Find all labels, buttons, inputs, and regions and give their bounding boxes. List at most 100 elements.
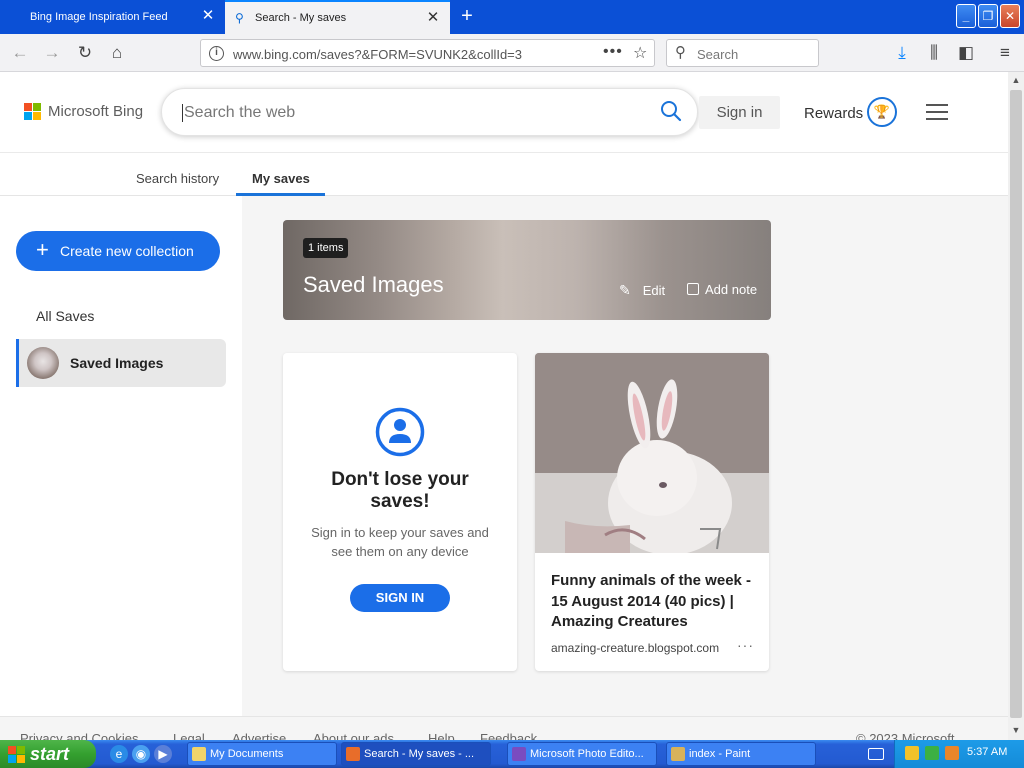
search-icon: ⚲ <box>235 11 244 25</box>
start-button[interactable]: start <box>0 740 96 768</box>
taskbar-window-search-my-saves[interactable]: Search - My saves - ... <box>341 742 491 766</box>
browser-icon[interactable]: ◉ <box>132 745 150 763</box>
taskbar-window-label: My Documents <box>210 748 284 760</box>
footer-copyright: © 2023 Microsoft <box>856 731 955 740</box>
page-actions-icon[interactable]: ••• <box>603 43 623 61</box>
shield-icon[interactable] <box>905 746 919 760</box>
taskbar-window-label: Microsoft Photo Edito... <box>530 748 644 760</box>
taskbar-window-my-documents[interactable]: My Documents <box>187 742 337 766</box>
tab-my-saves[interactable]: My saves <box>252 171 310 186</box>
info-icon[interactable]: i <box>209 46 224 61</box>
footer-link[interactable]: About our ads <box>313 731 394 740</box>
edit-button[interactable]: ✎ Edit <box>619 282 665 299</box>
search-placeholder: Search the web <box>182 104 296 122</box>
collection-banner: 1 items Saved Images ✎ Edit Add note <box>283 220 771 320</box>
windows-flag-icon <box>8 746 25 763</box>
tab-my-saves[interactable]: ⚲ Search - My saves ✕ <box>225 0 450 34</box>
start-label: start <box>30 744 70 764</box>
search-icon[interactable] <box>659 99 683 123</box>
browser-search-input[interactable]: ⚲ Search <box>666 39 819 67</box>
saved-image[interactable] <box>535 353 769 553</box>
firefox-icon <box>346 747 360 761</box>
tab-bing-inspiration[interactable]: Bing Image Inspiration Feed ✕ <box>0 0 225 34</box>
keyboard-icon[interactable] <box>868 748 884 760</box>
search-tray-icon[interactable] <box>945 746 959 760</box>
reload-icon[interactable]: ↻ <box>73 41 97 65</box>
trophy-icon[interactable]: 🏆 <box>867 97 897 127</box>
restore-button[interactable]: ❐ <box>978 4 998 28</box>
more-options-icon[interactable]: ··· <box>737 637 754 653</box>
page-scrollbar[interactable]: ▲ ▼ <box>1008 72 1024 740</box>
collection-thumbnail <box>27 347 59 379</box>
add-note-label: Add note <box>705 282 758 297</box>
scroll-down-icon[interactable]: ▼ <box>1008 722 1024 738</box>
bookmark-star-icon[interactable]: ☆ <box>633 43 647 63</box>
bing-logo[interactable]: Microsoft Bing <box>24 103 143 120</box>
back-arrow-icon[interactable]: ← <box>8 41 32 65</box>
main-content: 1 items Saved Images ✎ Edit Add note Don'… <box>242 196 1008 716</box>
sidebar-item-all-saves[interactable]: All Saves <box>36 308 94 324</box>
new-tab-button[interactable]: + <box>456 4 478 28</box>
footer-link[interactable]: Help <box>428 731 455 740</box>
sign-in-button[interactable]: SIGN IN <box>350 584 450 612</box>
tab-search-history[interactable]: Search history <box>136 171 219 186</box>
hamburger-menu-icon[interactable] <box>926 104 948 120</box>
create-collection-label: Create new collection <box>60 243 194 259</box>
footer-link[interactable]: Privacy and Cookies <box>20 731 139 740</box>
address-bar[interactable]: i www.bing.com/saves?&FORM=SVUNK2&collId… <box>200 39 655 67</box>
taskbar-window-label: Search - My saves - ... <box>364 748 475 760</box>
browser-toolbar: ← → ↻ ⌂ i www.bing.com/saves?&FORM=SVUNK… <box>0 34 1024 72</box>
media-player-icon[interactable]: ▶ <box>154 745 172 763</box>
create-collection-button[interactable]: + Create new collection <box>16 231 220 271</box>
item-count-badge: 1 items <box>303 238 349 258</box>
edit-label: Edit <box>642 283 666 298</box>
forward-arrow-icon[interactable]: → <box>40 41 64 65</box>
scroll-up-icon[interactable]: ▲ <box>1008 72 1024 88</box>
menu-icon[interactable]: ≡ <box>993 41 1017 65</box>
sidebar-icon[interactable]: ◧ <box>954 41 978 65</box>
rewards-link[interactable]: Rewards <box>804 105 863 122</box>
taskbar-window-paint[interactable]: index - Paint <box>666 742 816 766</box>
minimize-button[interactable]: _ <box>956 4 976 28</box>
saves-tabs: Search history My saves <box>0 152 1008 196</box>
library-icon[interactable]: ⫼ <box>922 41 946 65</box>
user-icon <box>375 407 425 457</box>
taskbar-window-label: index - Paint <box>689 748 751 760</box>
download-icon[interactable]: ⤓ <box>890 41 914 65</box>
sidebar-item-saved-images[interactable]: Saved Images <box>16 339 226 387</box>
sidebar-item-label: Saved Images <box>70 355 164 371</box>
close-tab-icon[interactable]: ✕ <box>426 10 440 25</box>
footer-link[interactable]: Advertise <box>232 731 286 740</box>
sign-in-button[interactable]: Sign in <box>699 96 780 129</box>
scrollbar-thumb[interactable] <box>1010 90 1022 718</box>
internet-explorer-icon[interactable]: e <box>110 745 128 763</box>
search-placeholder: Search <box>697 47 739 62</box>
page-footer: Privacy and Cookies Legal Advertise Abou… <box>0 716 1008 740</box>
search-icon: ⚲ <box>675 44 686 61</box>
saved-image-card[interactable]: Funny animals of the week - 15 August 20… <box>535 353 769 671</box>
logo-text: Microsoft Bing <box>48 103 144 120</box>
pencil-icon: ✎ <box>619 282 631 298</box>
network-icon[interactable] <box>925 746 939 760</box>
bing-header: Microsoft Bing Search the web Sign in Re… <box>0 72 1008 152</box>
footer-link[interactable]: Feedback <box>480 731 537 740</box>
signin-description: Sign in to keep your saves and see them … <box>311 525 489 559</box>
signin-heading: Don't lose your saves! <box>331 469 469 512</box>
clock: 5:37 AM <box>967 746 1008 758</box>
note-icon <box>687 283 699 295</box>
browser-titlebar: Bing Image Inspiration Feed ✕ ⚲ Search -… <box>0 0 1024 34</box>
signin-prompt-card: Don't lose your saves! Sign in to keep y… <box>283 353 517 671</box>
taskbar-window-photo-editor[interactable]: Microsoft Photo Edito... <box>507 742 657 766</box>
collections-sidebar: + Create new collection All Saves Saved … <box>0 196 242 716</box>
saved-item-title[interactable]: Funny animals of the week - 15 August 20… <box>551 571 757 633</box>
add-note-button[interactable]: Add note <box>687 282 757 297</box>
saved-item-source[interactable]: amazing-creature.blogspot.com <box>551 641 719 655</box>
bing-search-input[interactable]: Search the web <box>161 88 698 136</box>
microsoft-logo-icon <box>24 103 41 120</box>
system-tray: 5:37 AM <box>894 740 1024 768</box>
home-icon[interactable]: ⌂ <box>105 41 129 65</box>
tab-title: Bing Image Inspiration Feed <box>30 11 168 23</box>
close-tab-icon[interactable]: ✕ <box>201 8 215 23</box>
footer-link[interactable]: Legal <box>173 731 205 740</box>
close-window-button[interactable]: ✕ <box>1000 4 1020 28</box>
